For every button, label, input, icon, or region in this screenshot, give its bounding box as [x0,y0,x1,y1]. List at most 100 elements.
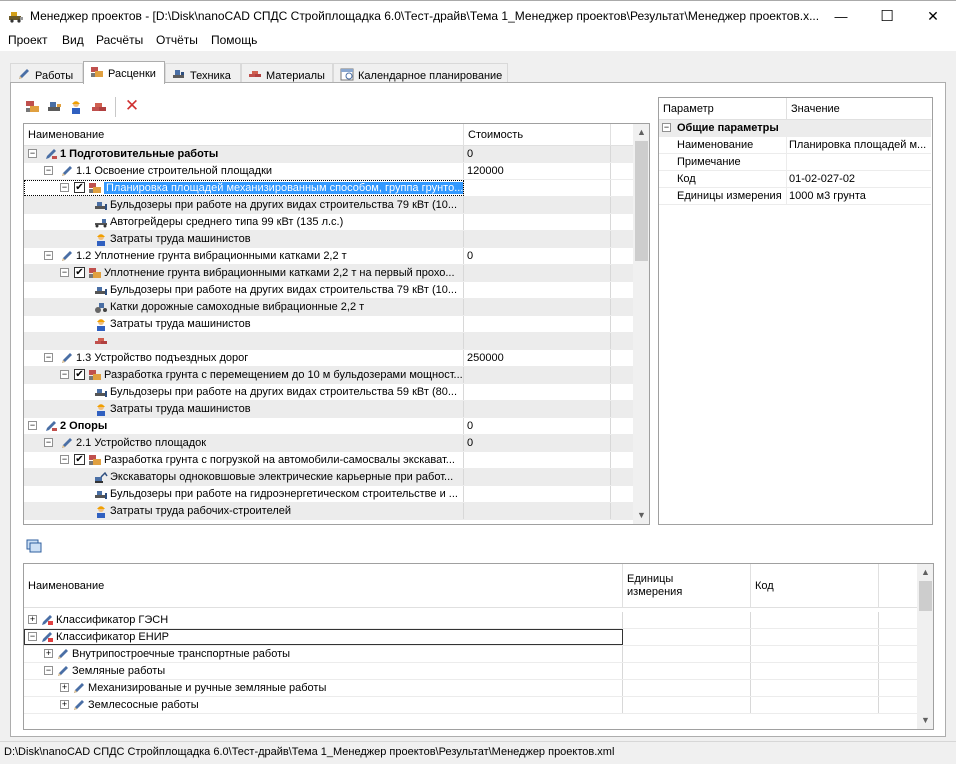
property-group[interactable]: − Общие параметры [659,120,931,137]
close-button[interactable]: ✕ [910,2,956,31]
row-cost: 120000 [464,163,611,179]
vertical-scrollbar[interactable]: ▲ ▼ [917,564,933,729]
collapse-icon[interactable]: − [44,251,53,260]
list-item[interactable]: + Классификатор ГЭСН [24,612,917,629]
collapse-icon[interactable]: − [60,455,69,464]
table-row[interactable]: − ✔ Планировка площадей механизированным с… [24,180,633,197]
property-value[interactable] [787,154,931,171]
table-row[interactable]: − 2 Опоры 0 [24,418,633,435]
property-row[interactable]: Примечание [659,154,931,171]
tab-label: Календарное планирование [358,70,503,82]
row-checkbox[interactable]: ✔ [74,369,85,380]
row-label: Затраты труда рабочих-строителей [110,505,292,517]
collapse-icon[interactable]: − [44,353,53,362]
bricks-icon [249,71,261,77]
row-label: Механизированые и ручные земляные работы [88,682,327,694]
add-machinery-icon[interactable] [46,98,64,116]
row-checkbox[interactable]: ✔ [74,182,85,193]
collapse-icon[interactable]: − [44,166,53,175]
row-checkbox[interactable]: ✔ [74,454,85,465]
table-row[interactable]: Затраты труда рабочих-строителей [24,503,633,520]
menu-calculations[interactable]: Расчёты [96,33,143,47]
expand-icon[interactable]: + [44,649,53,658]
table-row[interactable]: − 1.3 Устройство подъездных дорог 250000 [24,350,633,367]
property-value[interactable]: 1000 м3 грунта [787,188,931,205]
tab-works[interactable]: Работы [10,63,83,83]
vertical-scrollbar[interactable]: ▲ ▼ [633,124,649,524]
table-row[interactable]: − ✔ Разработка грунта с перемещением до 10… [24,367,633,384]
table-row[interactable]: − ✔ Разработка грунта с погрузкой на автом… [24,452,633,469]
row-units [623,629,751,645]
expand-icon[interactable]: + [28,615,37,624]
scroll-down-icon[interactable]: ▼ [633,507,649,524]
list-item[interactable]: + Землесосные работы [24,697,917,714]
table-row[interactable]: Бульдозеры при работе на других видах ст… [24,197,633,214]
scroll-thumb[interactable] [919,581,932,611]
table-row[interactable]: Автогрейдеры среднего типа 99 кВт (135 л… [24,214,633,231]
collapse-icon[interactable]: − [60,370,69,379]
column-header-name[interactable]: Наименование [24,564,623,608]
menu-project[interactable]: Проект [8,33,48,47]
scroll-up-icon[interactable]: ▲ [917,564,933,581]
column-header-cost[interactable]: Стоимость [464,124,611,146]
list-item[interactable]: + Внутрипостроечные транспортные работы [24,646,917,663]
add-rate-icon[interactable] [24,98,42,116]
row-checkbox[interactable]: ✔ [74,267,85,278]
scroll-down-icon[interactable]: ▼ [917,712,933,729]
menu-help[interactable]: Помощь [211,33,257,47]
table-row[interactable]: Затраты труда машинистов [24,231,633,248]
tab-calendar[interactable]: Календарное планирование [333,63,508,83]
collapse-icon[interactable]: − [28,149,37,158]
list-item[interactable]: − Земляные работы [24,663,917,680]
collapse-icon[interactable]: − [60,183,69,192]
tab-machinery[interactable]: Техника [165,63,241,83]
list-item[interactable]: + Механизированые и ручные земляные работ… [24,680,917,697]
excavator-icon [94,470,108,484]
column-header-units[interactable]: Единицы измерения [623,564,751,608]
row-cost [464,265,611,281]
expand-icon[interactable]: + [60,700,69,709]
property-row[interactable]: Наименование Планировка площадей м... [659,137,931,154]
column-header-name[interactable]: Наименование [24,124,464,146]
collapse-icon[interactable]: − [28,421,37,430]
row-cost [464,469,611,485]
property-value[interactable]: Планировка площадей м... [787,137,931,154]
minimize-button[interactable]: — [818,2,864,31]
scroll-thumb[interactable] [635,141,648,261]
table-row[interactable]: Бульдозеры при работе на гидроэнергетиче… [24,486,633,503]
table-row[interactable]: − 1.2 Уплотнение грунта вибрационными кат… [24,248,633,265]
collapse-icon[interactable]: − [28,632,37,641]
tab-rates[interactable]: Расценки [83,61,165,84]
table-row[interactable]: − 1.1 Освоение строительной площадки 1200… [24,163,633,180]
table-row[interactable]: Бульдозеры при работе на других видах ст… [24,282,633,299]
collapse-icon[interactable]: − [44,666,53,675]
add-worker-icon[interactable] [68,98,86,116]
table-row[interactable]: − ✔ Уплотнение грунта вибрационными каткам… [24,265,633,282]
bulldozer-icon [94,198,108,212]
delete-icon[interactable]: ✕ [123,97,141,115]
table-row[interactable] [24,333,633,350]
table-row[interactable]: − 1 Подготовительные работы 0 [24,146,633,163]
table-row[interactable]: Затраты труда машинистов [24,316,633,333]
tab-materials[interactable]: Материалы [241,63,333,83]
add-material-icon[interactable] [90,98,108,116]
table-row[interactable]: Экскаваторы одноковшовые электрические к… [24,469,633,486]
scroll-up-icon[interactable]: ▲ [633,124,649,141]
menu-view[interactable]: Вид [62,33,84,47]
table-row[interactable]: Затраты труда машинистов [24,401,633,418]
property-row[interactable]: Единицы измерения 1000 м3 грунта [659,188,931,205]
collapse-icon[interactable]: − [44,438,53,447]
expand-icon[interactable]: + [60,683,69,692]
menu-reports[interactable]: Отчёты [156,33,198,47]
column-header-code[interactable]: Код [751,564,879,608]
table-row[interactable]: Бульдозеры при работе на других видах ст… [24,384,633,401]
property-value[interactable]: 01-02-027-02 [787,171,931,188]
maximize-button[interactable]: ☐ [864,2,910,31]
list-item[interactable]: − Классификатор ЕНИР [24,629,917,646]
property-row[interactable]: Код 01-02-027-02 [659,171,931,188]
classifier-toggle-icon[interactable] [25,537,43,553]
table-row[interactable]: − 2.1 Устройство площадок 0 [24,435,633,452]
collapse-icon[interactable]: − [60,268,69,277]
table-row[interactable]: Катки дорожные самоходные вибрационные 2… [24,299,633,316]
collapse-icon[interactable]: − [662,123,671,132]
